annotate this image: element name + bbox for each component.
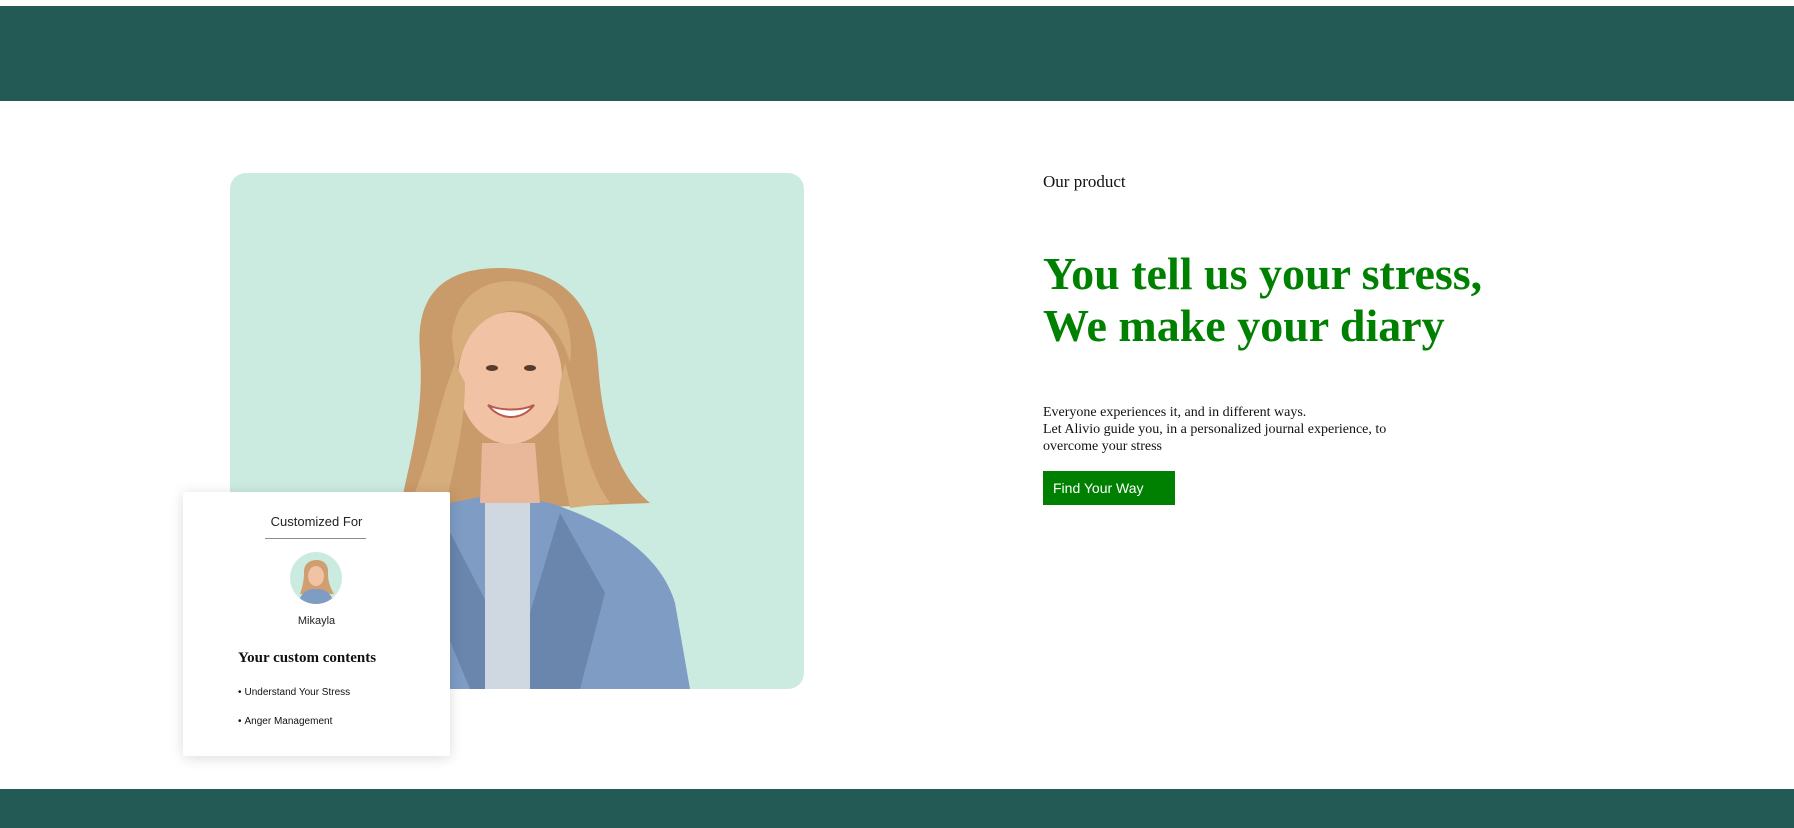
- card-title-divider: [265, 538, 366, 539]
- page-title: You tell us your stress, We make your di…: [1043, 248, 1603, 352]
- description-line-2: Let Alivio guide you, in a personalized …: [1043, 422, 1387, 454]
- section-eyebrow: Our product: [1043, 172, 1126, 191]
- avatar-portrait-icon: [290, 552, 342, 604]
- customized-card: Customized For Mikayla Your custom conte…: [183, 492, 450, 756]
- headline-line-1: You tell us your stress,: [1043, 248, 1483, 299]
- custom-contents-list: Understand Your Stress Anger Management: [238, 687, 351, 745]
- find-your-way-button[interactable]: Find Your Way: [1043, 471, 1175, 505]
- card-user-name: Mikayla: [297, 615, 336, 627]
- description-line-1: Everyone experiences it, and in differen…: [1043, 405, 1307, 420]
- product-description: Everyone experiences it, and in differen…: [1043, 404, 1423, 455]
- card-title: Customized For: [270, 514, 363, 529]
- footer-band: [0, 789, 1794, 828]
- list-item: Understand Your Stress: [238, 687, 351, 716]
- header-band: [0, 6, 1794, 101]
- headline-line-2: We make your diary: [1043, 300, 1445, 351]
- card-heading: Your custom contents: [238, 650, 377, 666]
- list-item: Anger Management: [238, 716, 350, 745]
